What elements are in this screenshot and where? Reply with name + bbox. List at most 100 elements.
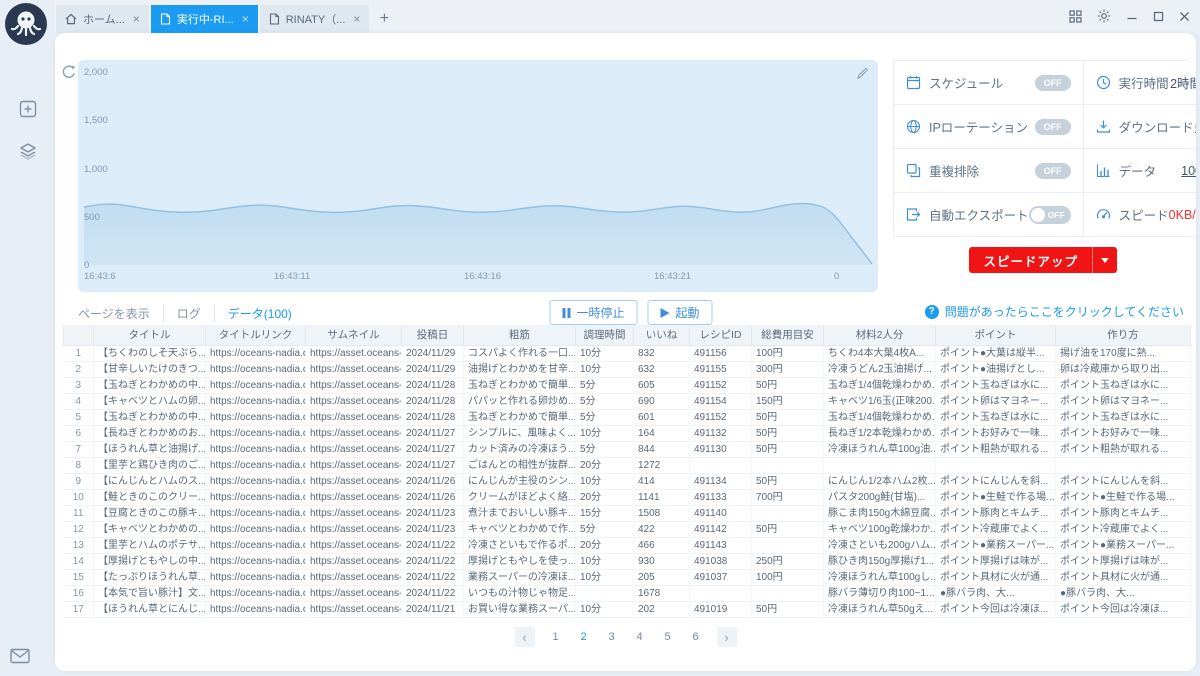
cell: 【ほうれん草とにんじ...: [93, 601, 206, 618]
table-row[interactable]: 17【ほうれん草とにんじ...https://oceans-nadia.co..…: [63, 601, 1191, 618]
close-icon[interactable]: ×: [240, 12, 249, 26]
page-number[interactable]: 2: [577, 631, 591, 643]
column-header[interactable]: いいね: [633, 325, 690, 346]
table-row[interactable]: 7【ほうれん草と油揚げ...https://oceans-nadia.co...…: [63, 441, 1191, 458]
toggle-schedule[interactable]: OFF: [1034, 74, 1071, 91]
table-row[interactable]: 10【鮭ときのこのクリー...https://oceans-nadia.co..…: [63, 489, 1191, 506]
status-label: データ: [1118, 165, 1157, 179]
cell: https://asset.oceans-na...: [305, 505, 402, 522]
status-value-download[interactable]: 0: [1195, 120, 1196, 134]
table-row[interactable]: 1【ちくわのしそ天ぷら...https://oceans-nadia.co...…: [63, 345, 1191, 362]
close-icon[interactable]: [1179, 11, 1190, 22]
layers-icon[interactable]: [17, 140, 39, 162]
cell: 10分: [575, 361, 634, 378]
table-row[interactable]: 16【本気で旨い豚汁】文...https://oceans-nadia.co..…: [63, 585, 1191, 602]
toggle-auto-export[interactable]: OFF: [1028, 205, 1071, 224]
table-row[interactable]: 8【里芋と鶏ひき肉のご...https://oceans-nadia.co...…: [63, 457, 1191, 474]
cell: https://oceans-nadia.co...: [205, 585, 306, 602]
table-row[interactable]: 6【長ねぎとわかめのお...https://oceans-nadia.co...…: [63, 425, 1191, 442]
page-number[interactable]: 3: [605, 631, 619, 643]
column-header[interactable]: サムネイル: [305, 325, 402, 346]
window-tab[interactable]: 実行中-RI... ×: [150, 5, 258, 33]
close-icon[interactable]: ×: [351, 12, 360, 26]
cell: 605: [633, 377, 690, 394]
page-number[interactable]: 5: [661, 631, 675, 643]
cell: ポイントにんじんを斜...: [1055, 473, 1191, 490]
next-page-button[interactable]: ›: [716, 627, 737, 647]
close-icon[interactable]: ×: [131, 12, 140, 26]
page-number[interactable]: 1: [549, 631, 563, 643]
status-item-ip-rotation: IPローテーション OFF: [894, 105, 1084, 149]
apps-grid-icon[interactable]: [1069, 9, 1082, 23]
new-task-icon[interactable]: [17, 98, 39, 120]
column-header[interactable]: 材料2人分: [823, 325, 936, 346]
table-row[interactable]: 3【玉ねぎとわかめの中...https://oceans-nadia.co...…: [63, 377, 1191, 394]
status-label: スピード: [1118, 209, 1169, 223]
row-index: 8: [63, 457, 94, 474]
cell: 150円: [751, 393, 824, 410]
table-row[interactable]: 14【厚揚げともやしの中...https://oceans-nadia.co..…: [63, 553, 1191, 570]
table-row[interactable]: 12【キャベツとわかめの...https://oceans-nadia.co..…: [63, 521, 1191, 538]
column-header[interactable]: タイトル: [93, 325, 206, 346]
cell: 50円: [751, 409, 824, 426]
minimize-icon[interactable]: [1126, 10, 1138, 22]
table-row[interactable]: 13【里芋とハムのポテサ...https://oceans-nadia.co..…: [63, 537, 1191, 554]
cell: ポイント玉ねぎは水に...: [935, 377, 1056, 394]
edit-icon[interactable]: [856, 67, 869, 83]
cell: https://asset.oceans-na...: [305, 409, 402, 426]
column-header[interactable]: 総費用目安: [751, 325, 824, 346]
cell: https://oceans-nadia.co...: [205, 393, 306, 410]
table-row[interactable]: 2【甘辛しいたけのきつ...https://oceans-nadia.co...…: [63, 361, 1191, 378]
help-link[interactable]: ? 問題があったらここをクリックしてください: [924, 303, 1184, 320]
table-row[interactable]: 4【キャベツとハムの卵...https://oceans-nadia.co...…: [63, 393, 1191, 410]
column-header[interactable]: [63, 325, 94, 346]
table-row[interactable]: 11【豆腐ときのこの豚キ...https://oceans-nadia.co..…: [63, 505, 1191, 522]
cell: 491155: [689, 361, 752, 378]
refresh-button[interactable]: [60, 64, 78, 82]
window-tab[interactable]: ホーム... ×: [56, 5, 149, 33]
toggle-dedupe[interactable]: OFF: [1034, 162, 1071, 179]
status-value-data[interactable]: 100: [1181, 164, 1196, 178]
toggle-ip-rotation[interactable]: OFF: [1034, 118, 1071, 135]
table-row[interactable]: 5【玉ねぎとわかめの中...https://oceans-nadia.co...…: [63, 409, 1191, 426]
column-header[interactable]: 調理時間: [575, 325, 634, 346]
column-header[interactable]: タイトルリンク: [205, 325, 306, 346]
settings-gear-icon[interactable]: [1097, 9, 1111, 23]
row-index: 12: [63, 521, 94, 538]
column-header[interactable]: レシピID: [689, 325, 752, 346]
cell: ポイント冷蔵庫でよく...: [1055, 521, 1191, 538]
cell: ●豚バラ肉、大...: [935, 585, 1056, 602]
start-button[interactable]: 起動: [647, 300, 713, 325]
speedup-button[interactable]: スピードアップ: [969, 247, 1117, 273]
chevron-down-icon[interactable]: [1092, 247, 1117, 273]
table-row[interactable]: 15【たっぷりほうれん草...https://oceans-nadia.co..…: [63, 569, 1191, 586]
page-number[interactable]: 4: [633, 631, 647, 643]
view-tab[interactable]: ログ: [162, 304, 201, 322]
cell: 2024/11/22: [401, 553, 464, 570]
cell: ポイント●業務スーパー...: [1055, 537, 1191, 554]
globe-icon: [906, 119, 921, 134]
column-header[interactable]: ポイント: [935, 325, 1056, 346]
maximize-icon[interactable]: [1153, 11, 1164, 22]
window-tab[interactable]: RINATY（... ×: [259, 5, 370, 33]
cell: https://oceans-nadia.co...: [205, 425, 306, 442]
cell: 冷凍ほうれん草100gし...: [823, 569, 936, 586]
row-index: 13: [63, 537, 94, 554]
y-axis-tick: 2,000: [84, 67, 108, 78]
page-number[interactable]: 6: [689, 631, 703, 643]
cell: https://asset.oceans-na...: [305, 441, 402, 458]
view-tab[interactable]: データ(100): [213, 304, 292, 322]
view-tab[interactable]: ページを表示: [78, 305, 150, 322]
row-index: 4: [63, 393, 94, 410]
mail-icon[interactable]: [10, 648, 30, 669]
column-header[interactable]: 粗筋: [463, 325, 576, 346]
new-tab-button[interactable]: +: [371, 5, 397, 33]
table-row[interactable]: 9【にんじんとハムのス...https://oceans-nadia.co...…: [63, 473, 1191, 490]
column-header[interactable]: 投稿日: [401, 325, 464, 346]
prev-page-button[interactable]: ‹: [514, 627, 535, 647]
column-header[interactable]: 作り方: [1055, 325, 1191, 346]
cell: https://asset.oceans-na...: [305, 377, 402, 394]
cell: 玉ねぎ1/4個乾燥わかめ...: [823, 409, 936, 426]
cell: 2024/11/23: [401, 521, 464, 538]
pause-button[interactable]: 一時停止: [549, 300, 638, 325]
